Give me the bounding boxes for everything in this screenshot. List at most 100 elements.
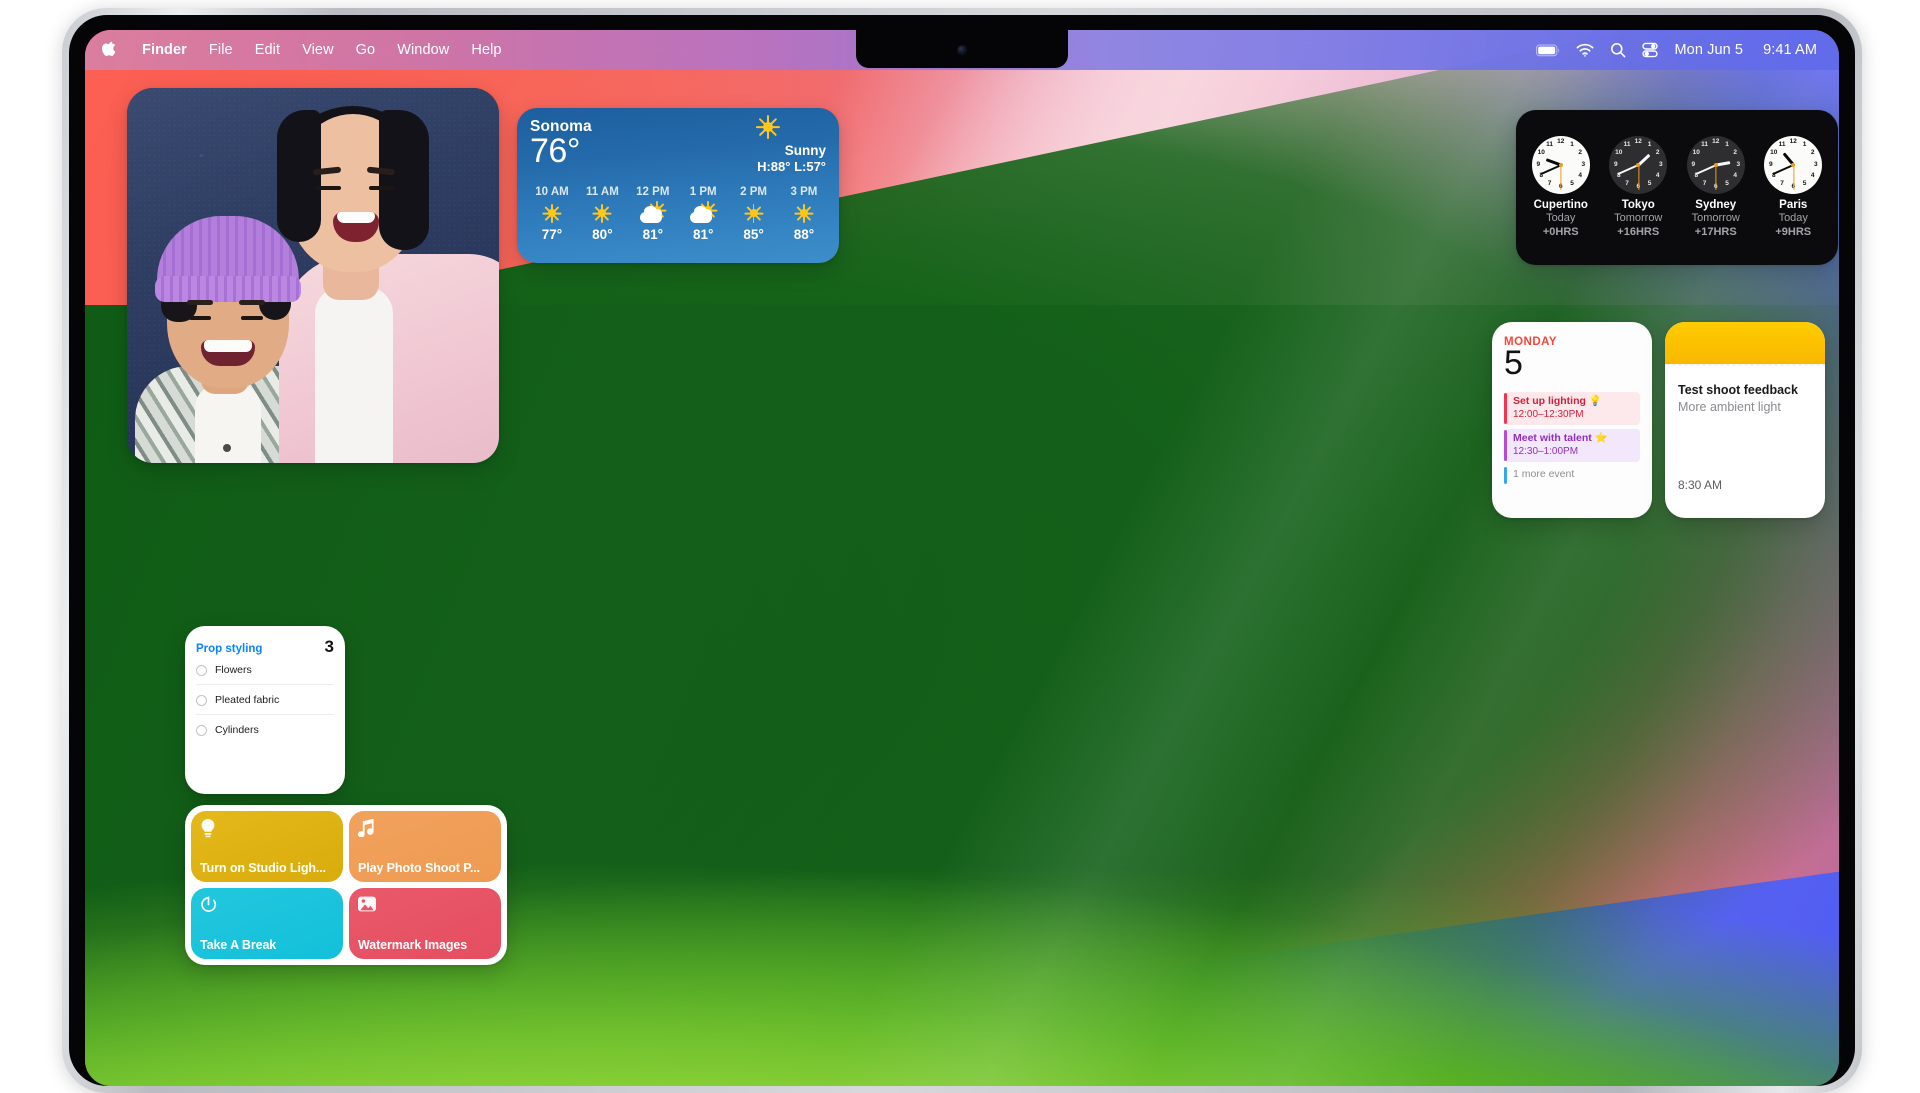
search-icon[interactable] — [1610, 42, 1626, 58]
clock-numeral: 2 — [1733, 150, 1737, 157]
weather-hour-time: 2 PM — [731, 186, 777, 198]
clock-center-pin — [1714, 163, 1718, 167]
clock-numeral: 5 — [1725, 181, 1729, 188]
menu-item-finder[interactable]: Finder — [131, 40, 198, 60]
clock-numeral: 11 — [1624, 142, 1631, 149]
reminder-label: Cylinders — [215, 724, 259, 736]
event-emoji-icon: ⭐ — [1595, 432, 1608, 445]
shortcut-tile[interactable]: Play Photo Shoot P... — [349, 811, 501, 882]
clock-numeral: 12 — [1712, 139, 1719, 146]
clock-day-label: Today — [1524, 212, 1598, 226]
event-title-row: Meet with talent⭐ — [1513, 432, 1634, 445]
menu-item-file[interactable]: File — [198, 40, 244, 60]
clock-numeral: 10 — [1770, 150, 1777, 157]
clock-numeral: 3 — [1581, 161, 1585, 168]
clock-numeral: 4 — [1656, 173, 1660, 180]
apple-logo-icon[interactable] — [102, 41, 117, 59]
clock-face: 121234567891011 — [1687, 136, 1745, 194]
calendar-more-events[interactable]: 1 more event — [1504, 466, 1640, 485]
reminder-checkbox-icon[interactable] — [196, 725, 207, 736]
weather-widget[interactable]: Sonoma 76° Sunny H:88° L:57° 10 AM77°11 … — [517, 108, 839, 263]
clock-offset-label: +9HRS — [1756, 226, 1830, 240]
event-color-bar — [1504, 430, 1507, 461]
calendar-event[interactable]: Set up lighting💡12:00–12:30PM — [1504, 392, 1640, 425]
clock-city-label: Paris — [1756, 199, 1830, 212]
clock-numeral: 1 — [1803, 142, 1807, 149]
shortcuts-widget[interactable]: Turn on Studio Ligh... Play Photo Shoot P… — [185, 805, 507, 965]
weather-hour-time: 10 AM — [529, 186, 575, 198]
photo-image — [127, 88, 499, 463]
clock-numeral: 1 — [1648, 142, 1652, 149]
menu-item-help[interactable]: Help — [460, 40, 512, 60]
clock-numeral: 3 — [1736, 161, 1740, 168]
clock-numeral: 12 — [1635, 139, 1642, 146]
battery-icon[interactable] — [1536, 44, 1560, 57]
clock-city-label: Tokyo — [1601, 199, 1675, 212]
clock-sec-hand — [1638, 165, 1639, 190]
photos-widget[interactable] — [127, 88, 499, 463]
reminder-item[interactable]: Pleated fabric — [196, 685, 334, 715]
shortcut-tile[interactable]: Turn on Studio Ligh... — [191, 811, 343, 882]
partly-cloudy-icon — [690, 204, 716, 223]
world-clock-cupertino[interactable]: 121234567891011CupertinoToday+0HRS — [1524, 136, 1598, 240]
shortcut-label: Play Photo Shoot P... — [358, 861, 494, 875]
weather-hour-time: 12 PM — [630, 186, 676, 198]
reminder-item[interactable]: Cylinders — [196, 715, 334, 744]
world-clock-sydney[interactable]: 121234567891011SydneyTomorrow+17HRS — [1679, 136, 1753, 240]
world-clock-widget[interactable]: 121234567891011CupertinoToday+0HRS121234… — [1516, 110, 1838, 265]
music-note-icon — [358, 824, 374, 841]
menu-item-view[interactable]: View — [291, 40, 345, 60]
display-notch — [856, 30, 1068, 68]
menu-item-go[interactable]: Go — [345, 40, 387, 60]
weather-hour-temp: 85° — [731, 227, 777, 242]
clock-numeral: 1 — [1570, 142, 1574, 149]
world-clock-tokyo[interactable]: 121234567891011TokyoTomorrow+16HRS — [1601, 136, 1675, 240]
weather-hour-time: 1 PM — [680, 186, 726, 198]
reminders-count: 3 — [325, 638, 334, 655]
menu-item-edit[interactable]: Edit — [244, 40, 291, 60]
clock-numeral: 9 — [1691, 161, 1695, 168]
more-events-label: 1 more event — [1513, 468, 1634, 481]
calendar-day-number: 5 — [1504, 346, 1640, 382]
notes-widget[interactable]: Test shoot feedback More ambient light 8… — [1665, 322, 1825, 518]
world-clock-paris[interactable]: 121234567891011ParisToday+9HRS — [1756, 136, 1830, 240]
shortcut-tile[interactable]: Watermark Images — [349, 888, 501, 959]
clock-center-pin — [1559, 163, 1563, 167]
clock-numeral: 12 — [1790, 139, 1797, 146]
weather-hour-time: 3 PM — [781, 186, 827, 198]
menu-item-window[interactable]: Window — [386, 40, 460, 60]
calendar-widget[interactable]: MONDAY 5 Set up lighting💡12:00–12:30PMMe… — [1492, 322, 1652, 518]
sun-icon — [544, 205, 561, 222]
sun-icon — [795, 205, 812, 222]
clock-numeral: 11 — [1701, 142, 1708, 149]
photo-icon — [358, 899, 376, 916]
reminder-item[interactable]: Flowers — [196, 655, 334, 685]
note-header-band — [1665, 322, 1825, 364]
wifi-icon[interactable] — [1576, 43, 1594, 57]
control-center-icon[interactable] — [1642, 42, 1658, 58]
weather-hour-column: 3 PM88° — [781, 186, 827, 242]
clock-numeral: 9 — [1769, 161, 1773, 168]
reminder-checkbox-icon[interactable] — [196, 695, 207, 706]
reminder-label: Pleated fabric — [215, 694, 279, 706]
clock-face: 121234567891011 — [1609, 136, 1667, 194]
clock-numeral: 10 — [1538, 150, 1545, 157]
reminder-checkbox-icon[interactable] — [196, 665, 207, 676]
reminders-list-title: Prop styling — [196, 643, 262, 655]
partly-cloudy-icon — [640, 204, 666, 223]
menu-bar-date[interactable]: Mon Jun 5 — [1674, 42, 1743, 58]
weather-hour-temp: 77° — [529, 227, 575, 242]
weather-hour-column: 10 AM 77° — [529, 186, 575, 242]
clock-face: 121234567891011 — [1532, 136, 1590, 194]
clock-numeral: 7 — [1780, 181, 1784, 188]
reminders-widget[interactable]: Prop styling 3 Flowers Pleated fabric Cyli… — [185, 626, 345, 794]
calendar-event[interactable]: Meet with talent⭐12:30–1:00PM — [1504, 429, 1640, 462]
clock-day-label: Today — [1756, 212, 1830, 226]
reminders-header: Prop styling 3 — [196, 638, 334, 655]
reminders-list: Flowers Pleated fabric Cylinders — [196, 655, 334, 744]
clock-numeral: 2 — [1578, 150, 1582, 157]
clock-hour-hand — [1716, 161, 1731, 166]
clock-numeral: 4 — [1578, 173, 1582, 180]
shortcut-tile[interactable]: Take A Break — [191, 888, 343, 959]
menu-bar-time[interactable]: 9:41 AM — [1763, 42, 1817, 58]
